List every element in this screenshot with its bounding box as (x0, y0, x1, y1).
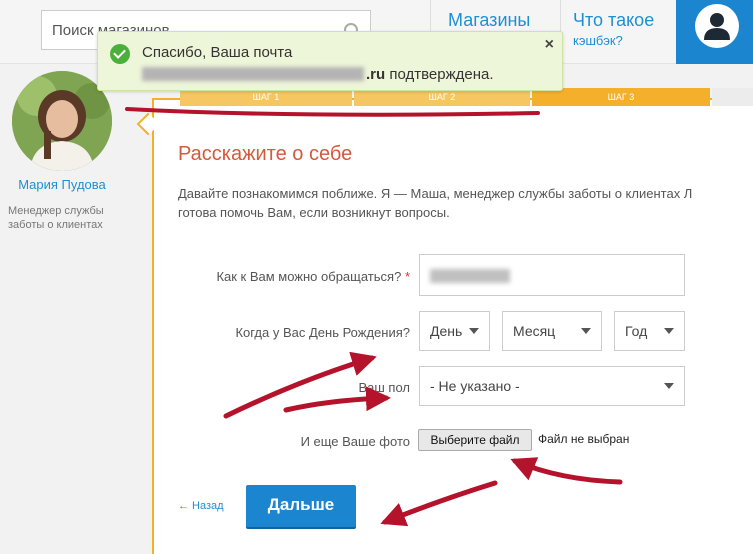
birthday-day-select[interactable]: День (419, 311, 490, 351)
email-domain-tail: .ru (366, 66, 386, 83)
toast-line-2: .ru подтверждена. (142, 66, 494, 83)
gender-value: - Не указано - (430, 378, 520, 394)
manager-role: Менеджер службы заботы о клиентах (8, 205, 104, 231)
close-icon[interactable]: × (545, 36, 554, 54)
chevron-down-icon (581, 328, 591, 334)
toast-line-1: Спасибо, Ваша почта (142, 44, 293, 61)
manager-name[interactable]: Мария Пудова (0, 177, 124, 192)
intro-line-2: готова помочь Вам, если возникнут вопрос… (178, 205, 450, 220)
file-status: Файл не выбран (538, 432, 630, 446)
user-icon (695, 4, 739, 48)
intro-text: Давайте познакомимся поближе. Я — Маша, … (178, 184, 753, 222)
day-value: День (430, 323, 463, 339)
name-label-text: Как к Вам можно обращаться? (216, 269, 402, 284)
photo-label: И еще Ваше фото (300, 434, 410, 449)
step-4 (712, 88, 753, 106)
birthday-year-select[interactable]: Год (614, 311, 685, 351)
intro-line-1: Давайте познакомимся поближе. Я — Маша, … (178, 186, 693, 201)
name-label: Как к Вам можно обращаться? * (170, 269, 410, 284)
chevron-down-icon (469, 328, 479, 334)
choose-file-button[interactable]: Выберите файл (418, 429, 532, 451)
gender-label: Ваш пол (358, 380, 410, 395)
toast-confirmed-text: подтверждена. (385, 66, 494, 83)
birthday-label: Когда у Вас День Рождения? (235, 325, 410, 340)
nav-shops-link[interactable]: Магазины (448, 10, 530, 31)
chevron-down-icon (664, 383, 674, 389)
next-button[interactable]: Дальше (246, 485, 356, 527)
gender-select[interactable]: - Не указано - (419, 366, 685, 406)
redacted-email (142, 67, 364, 81)
month-value: Месяц (513, 323, 556, 339)
required-mark: * (404, 269, 410, 284)
redacted-name-value (430, 269, 510, 283)
year-value: Год (625, 323, 648, 339)
nav-cashback-link-sub[interactable]: кэшбэк? (573, 33, 623, 48)
name-input[interactable] (419, 254, 685, 296)
profile-button[interactable] (676, 0, 753, 64)
email-confirmed-toast: Спасибо, Ваша почта .ru подтверждена. × (97, 31, 563, 91)
back-link[interactable]: ← Назад (178, 500, 224, 512)
chevron-down-icon (664, 328, 674, 334)
check-circle-icon (110, 44, 130, 64)
page-title: Расскажите о себе (178, 143, 353, 165)
birthday-month-select[interactable]: Месяц (502, 311, 602, 351)
nav-cashback-link[interactable]: Что такое (573, 10, 654, 31)
